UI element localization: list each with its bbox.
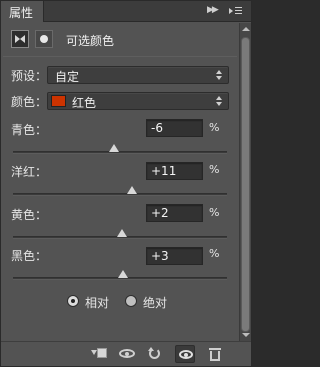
absolute-label: 绝对 [143, 296, 168, 310]
yellow-unit: % [209, 206, 220, 219]
scroll-down-icon[interactable] [242, 333, 250, 337]
colors-label: 颜色： [11, 95, 48, 109]
magenta-label: 洋红： [11, 165, 48, 179]
clip-to-layer-icon[interactable] [89, 345, 109, 363]
yellow-input[interactable]: +2 [146, 204, 203, 222]
preset-value: 自定 [55, 70, 80, 84]
magenta-slider-track[interactable] [13, 193, 227, 196]
visibility-icon[interactable] [175, 345, 195, 363]
cyan-slider-thumb[interactable] [108, 144, 119, 152]
cyan-input[interactable]: -6 [146, 119, 203, 137]
collapse-icon[interactable]: ▶▶ [207, 5, 219, 15]
chevron-updown-icon [215, 96, 223, 107]
cyan-unit: % [209, 121, 220, 134]
magenta-slider-thumb[interactable] [126, 186, 137, 194]
view-previous-icon[interactable] [117, 345, 137, 363]
cyan-slider-track[interactable] [13, 151, 227, 154]
relative-label: 相对 [85, 296, 110, 310]
yellow-slider-thumb[interactable] [117, 229, 128, 237]
preset-label: 预设： [11, 69, 48, 83]
properties-panel: 属性 ▶▶ 可选颜色 预设： 自定 颜色： 红色 青色： -6 % 洋红： +1… [0, 0, 252, 367]
black-label: 黑色： [11, 249, 48, 263]
scrollbar[interactable] [239, 23, 251, 341]
black-unit: % [209, 247, 220, 260]
panel-menu-icon[interactable] [229, 5, 243, 17]
magenta-input[interactable]: +11 [146, 162, 203, 180]
reset-icon[interactable] [145, 345, 165, 363]
colors-select[interactable]: 红色 [47, 92, 229, 110]
scroll-up-icon[interactable] [242, 27, 250, 31]
adjustment-header: 可选颜色 [11, 30, 241, 50]
relative-radio[interactable] [67, 295, 79, 307]
bottom-toolbar [1, 341, 251, 366]
cyan-label: 青色： [11, 123, 48, 137]
yellow-label: 黄色： [11, 208, 48, 222]
black-input[interactable]: +3 [146, 247, 203, 265]
preset-select[interactable]: 自定 [47, 66, 229, 84]
colors-value: 红色 [72, 96, 97, 110]
chevron-updown-icon [215, 70, 223, 81]
panel-titlebar: 属性 ▶▶ [1, 1, 251, 22]
adjustment-title: 可选颜色 [66, 34, 115, 48]
tab-properties[interactable]: 属性 [1, 1, 44, 22]
adjustment-mask-icon[interactable] [11, 30, 29, 48]
absolute-radio[interactable] [125, 295, 137, 307]
black-slider-thumb[interactable] [118, 270, 129, 278]
scrollbar-thumb[interactable] [241, 37, 250, 332]
delete-icon[interactable] [205, 345, 225, 363]
layer-mask-icon[interactable] [35, 30, 53, 48]
color-swatch [51, 95, 66, 107]
divider [3, 56, 237, 57]
magenta-unit: % [209, 163, 220, 176]
